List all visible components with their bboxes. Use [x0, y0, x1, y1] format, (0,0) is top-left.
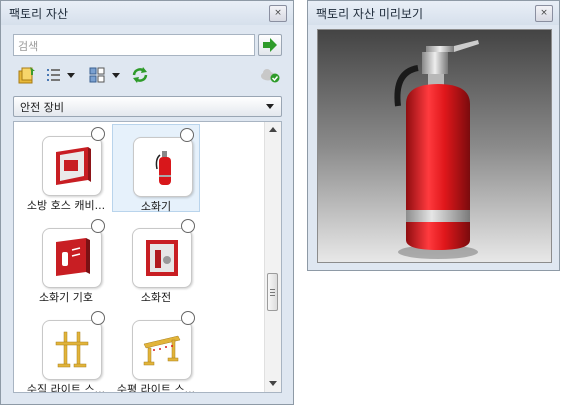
load-folder-icon — [18, 67, 35, 84]
fire-extinguisher-3d-icon — [394, 40, 479, 259]
preview-close-button[interactable]: × — [535, 4, 553, 22]
asset-radio[interactable] — [91, 127, 105, 141]
asset-list: 소방 호스 캐비... 소화기 소화기 기호 소화전 수직 라이트 스... 수… — [13, 121, 282, 393]
asset-item-horizontal-light-stand[interactable]: 수평 라이트 스... — [112, 308, 200, 393]
library-close-button[interactable]: × — [269, 4, 287, 22]
asset-label: 소방 호스 캐비... — [26, 199, 106, 212]
search-input[interactable]: 검색 — [13, 34, 255, 56]
asset-radio[interactable] — [181, 219, 195, 233]
asset-thumbnail — [42, 320, 102, 380]
sort-options-button[interactable] — [89, 65, 125, 85]
cloud-check-icon — [261, 69, 280, 83]
preview-viewport[interactable] — [317, 29, 552, 263]
fire-hydrant-cabinet-icon — [146, 240, 178, 276]
asset-item-fire-hydrant-cabinet[interactable]: 소화전 — [112, 216, 200, 304]
asset-radio[interactable] — [91, 311, 105, 325]
category-selected: 안전 장비 — [20, 101, 64, 114]
asset-label: 수평 라이트 스... — [116, 383, 196, 393]
asset-label: 소화전 — [140, 291, 172, 304]
category-dropdown[interactable]: 안전 장비 — [13, 96, 282, 117]
cloud-sync-status[interactable] — [259, 65, 281, 85]
scroll-up-icon[interactable] — [269, 127, 277, 132]
list-view-icon — [47, 69, 75, 81]
arrow-right-icon — [263, 38, 277, 52]
asset-preview-panel: 팩토리 자산 미리보기 × — [307, 0, 560, 271]
scroll-down-icon[interactable] — [269, 381, 277, 386]
asset-thumbnail — [132, 320, 192, 380]
asset-label: 소화기 기호 — [38, 291, 94, 304]
library-title: 팩토리 자산 — [9, 6, 69, 21]
scrollbar-thumb[interactable] — [267, 273, 278, 311]
factory-assets-panel: 팩토리 자산 × 검색 안전 장비 소방 호스 캐비... 소화기 소화기 기호… — [0, 0, 294, 405]
asset-list-scrollbar[interactable] — [264, 122, 281, 392]
horizontal-light-stand-icon — [143, 335, 181, 366]
library-titlebar: 팩토리 자산 × — [1, 1, 293, 25]
view-mode-button[interactable] — [45, 65, 75, 85]
chevron-down-icon — [266, 104, 274, 109]
asset-item-vertical-light-stand[interactable]: 수직 라이트 스... — [22, 308, 110, 393]
asset-label: 소화기 — [140, 200, 172, 213]
load-asset-button[interactable] — [17, 65, 37, 85]
asset-thumbnail — [42, 228, 102, 288]
asset-radio[interactable] — [180, 128, 194, 142]
asset-thumbnail — [42, 136, 102, 196]
preview-titlebar: 팩토리 자산 미리보기 × — [308, 1, 559, 25]
asset-thumbnail — [133, 137, 193, 197]
asset-radio[interactable] — [181, 311, 195, 325]
refresh-icon — [132, 67, 148, 83]
asset-label: 수직 라이트 스... — [26, 383, 106, 393]
refresh-button[interactable] — [130, 65, 150, 85]
asset-item-fire-extinguisher-sign[interactable]: 소화기 기호 — [22, 216, 110, 304]
fire-hose-cabinet-icon — [56, 147, 91, 185]
asset-item-fire-extinguisher[interactable]: 소화기 — [112, 124, 200, 213]
fire-extinguisher-icon — [155, 151, 171, 185]
asset-thumbnail — [132, 228, 192, 288]
asset-item-fire-hose-cabinet[interactable]: 소방 호스 캐비... — [22, 124, 110, 212]
preview-title: 팩토리 자산 미리보기 — [316, 6, 423, 21]
vertical-light-stand-icon — [55, 331, 89, 368]
asset-radio[interactable] — [91, 219, 105, 233]
thumbnail-options-icon — [89, 67, 120, 83]
search-go-button[interactable] — [258, 34, 282, 56]
fire-extinguisher-sign-icon — [56, 238, 90, 276]
